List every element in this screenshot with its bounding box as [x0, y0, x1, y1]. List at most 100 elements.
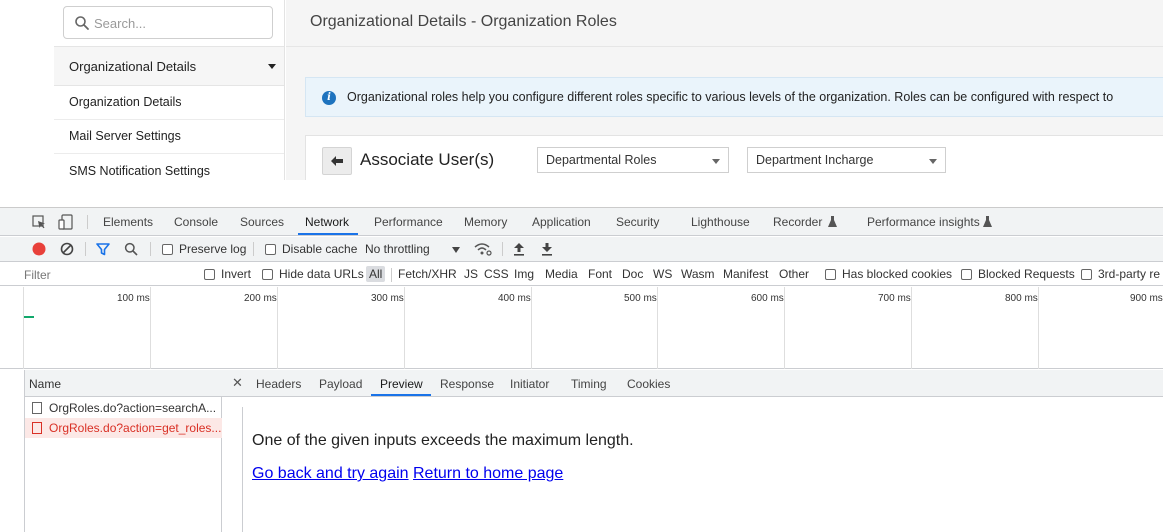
- info-icon: i: [322, 91, 336, 105]
- tab-console[interactable]: Console: [174, 215, 218, 229]
- import-har-icon[interactable]: [513, 242, 525, 256]
- disable-cache-label: Disable cache: [282, 242, 358, 256]
- tab-preview[interactable]: Preview: [380, 377, 423, 391]
- filter-type-doc[interactable]: Doc: [622, 267, 643, 281]
- role-type-select[interactable]: Departmental Roles: [537, 147, 729, 173]
- info-text: Organizational roles help you configure …: [347, 90, 1114, 104]
- timeline-tick-label: 200 ms: [244, 293, 277, 304]
- role-select[interactable]: Department Incharge: [747, 147, 946, 173]
- filter-type-other[interactable]: Other: [779, 267, 809, 281]
- filter-type-manifest[interactable]: Manifest: [723, 267, 768, 281]
- preview-pane: One of the given inputs exceeds the maxi…: [242, 407, 1163, 532]
- preserve-log-checkbox[interactable]: [162, 244, 173, 255]
- throttling-select[interactable]: No throttling: [365, 242, 430, 256]
- request-row[interactable]: OrgRoles.do?action=searchA...: [25, 398, 222, 418]
- clear-icon[interactable]: [60, 242, 74, 256]
- return-home-link[interactable]: Return to home page: [413, 465, 563, 482]
- search-input[interactable]: [94, 13, 264, 33]
- role-value: Department Incharge: [756, 153, 874, 167]
- network-conditions-icon[interactable]: [474, 242, 492, 256]
- tab-sources[interactable]: Sources: [240, 215, 284, 229]
- document-icon: [32, 402, 42, 414]
- filter-type-font[interactable]: Font: [588, 267, 612, 281]
- caret-down-icon[interactable]: [452, 247, 460, 253]
- third-party-label: 3rd-party re: [1098, 267, 1161, 281]
- export-har-icon[interactable]: [541, 242, 553, 256]
- tab-network[interactable]: Network: [305, 215, 349, 229]
- timeline-overview[interactable]: 100 ms 200 ms 300 ms 400 ms 500 ms 600 m…: [0, 287, 1163, 369]
- go-back-link[interactable]: Go back and try again: [252, 465, 409, 482]
- sidebar-item-mail-server-settings[interactable]: Mail Server Settings: [54, 120, 284, 154]
- has-blocked-cookies-checkbox[interactable]: [825, 269, 836, 280]
- tab-elements[interactable]: Elements: [103, 215, 153, 229]
- name-column-label: Name: [29, 377, 62, 391]
- filter-icon[interactable]: [96, 242, 110, 256]
- disable-cache-checkbox[interactable]: [265, 244, 276, 255]
- arrow-left-icon: [331, 156, 343, 166]
- timeline-request-bar: [24, 316, 34, 318]
- filter-type-media[interactable]: Media: [545, 267, 578, 281]
- filter-type-css[interactable]: CSS: [484, 267, 509, 281]
- invert-checkbox[interactable]: [204, 269, 215, 280]
- filter-type-wasm[interactable]: Wasm: [681, 267, 715, 281]
- close-icon[interactable]: ✕: [232, 375, 243, 391]
- sidebar-item-organization-details[interactable]: Organization Details: [54, 86, 284, 120]
- blocked-requests-label: Blocked Requests: [978, 267, 1075, 281]
- hide-data-urls-label: Hide data URLs: [279, 267, 364, 281]
- device-toolbar-icon[interactable]: [58, 214, 74, 230]
- filter-type-fetch-xhr[interactable]: Fetch/XHR: [398, 267, 457, 281]
- tab-application[interactable]: Application: [532, 215, 591, 229]
- filter-type-ws[interactable]: WS: [653, 267, 672, 281]
- chevron-down-icon: [929, 159, 937, 164]
- request-name: OrgRoles.do?action=searchA...: [49, 401, 217, 415]
- timeline-gridline: [150, 287, 151, 369]
- page-header: Organizational Details - Organization Ro…: [286, 0, 1163, 47]
- tab-response[interactable]: Response: [440, 377, 494, 391]
- timeline-gridline: [23, 287, 24, 369]
- divider: [85, 242, 86, 256]
- name-column-header[interactable]: Name: [25, 370, 222, 397]
- tab-payload[interactable]: Payload: [319, 377, 362, 391]
- filter-type-all[interactable]: All: [366, 266, 386, 282]
- info-banner: i Organizational roles help you configur…: [305, 77, 1163, 117]
- sidebar-group-organizational-details[interactable]: Organizational Details: [54, 46, 284, 86]
- filter-type-img[interactable]: Img: [514, 267, 534, 281]
- third-party-checkbox[interactable]: [1081, 269, 1092, 280]
- filter-input[interactable]: [24, 265, 192, 284]
- search-icon[interactable]: [124, 242, 138, 256]
- tab-cookies[interactable]: Cookies: [627, 377, 670, 391]
- tab-security[interactable]: Security: [616, 215, 659, 229]
- request-row-error[interactable]: OrgRoles.do?action=get_roles...: [25, 418, 222, 438]
- caret-down-icon: [268, 64, 276, 69]
- page-title: Organizational Details - Organization Ro…: [310, 13, 617, 30]
- tab-performance[interactable]: Performance: [374, 215, 443, 229]
- tab-initiator[interactable]: Initiator: [510, 377, 549, 391]
- tab-lighthouse[interactable]: Lighthouse: [691, 215, 750, 229]
- filter-type-js[interactable]: JS: [464, 267, 478, 281]
- timeline-tick-label: 700 ms: [878, 293, 911, 304]
- blocked-requests-checkbox[interactable]: [961, 269, 972, 280]
- request-detail: ✕ Headers Payload Preview Response Initi…: [222, 370, 1163, 532]
- role-type-value: Departmental Roles: [546, 153, 657, 167]
- timeline-gridline: [1038, 287, 1039, 369]
- timeline-gridline: [404, 287, 405, 369]
- sidebar-group-label: Organizational Details: [69, 59, 197, 74]
- divider: [502, 242, 503, 256]
- tab-memory[interactable]: Memory: [464, 215, 507, 229]
- tab-headers[interactable]: Headers: [256, 377, 301, 391]
- divider: [87, 215, 88, 229]
- sidebar-item-sms-notification-settings[interactable]: SMS Notification Settings: [54, 155, 284, 180]
- record-icon[interactable]: [32, 242, 46, 256]
- sidebar-search[interactable]: [63, 6, 273, 39]
- tab-performance-insights[interactable]: Performance insights: [867, 215, 980, 229]
- timeline-gridline: [277, 287, 278, 369]
- request-name: OrgRoles.do?action=get_roles...: [49, 421, 222, 435]
- timeline-tick-label: 400 ms: [498, 293, 531, 304]
- tab-recorder[interactable]: Recorder: [773, 215, 822, 229]
- inspect-element-icon[interactable]: [32, 215, 46, 229]
- hide-data-urls-checkbox[interactable]: [262, 269, 273, 280]
- back-button[interactable]: [322, 147, 352, 175]
- sidebar-item-label: Organization Details: [69, 95, 182, 109]
- tab-timing[interactable]: Timing: [571, 377, 607, 391]
- associate-users-title: Associate User(s): [360, 150, 495, 169]
